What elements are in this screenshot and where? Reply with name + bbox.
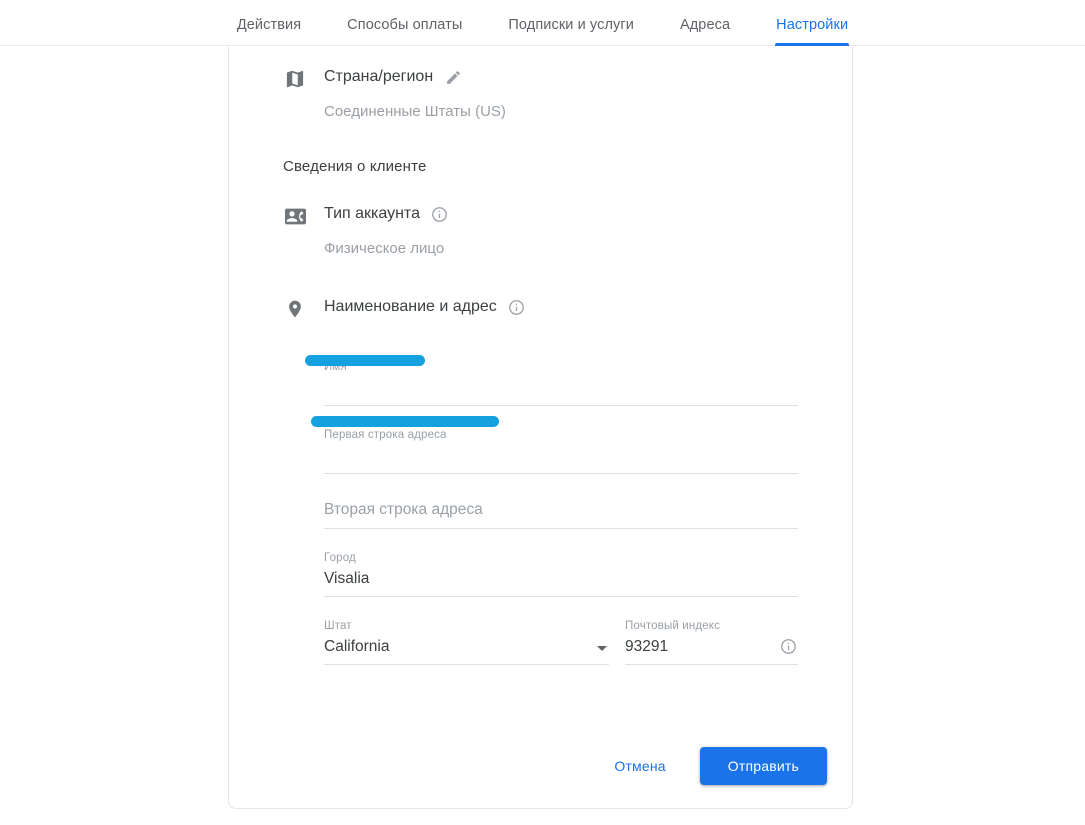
form-actions: Отмена Отправить xyxy=(598,747,827,785)
cancel-button[interactable]: Отмена xyxy=(598,748,681,784)
tab-list: Действия Способы оплаты Подписки и услуг… xyxy=(214,16,871,46)
field-postal-code-label: Почтовый индекс xyxy=(625,620,720,632)
field-city-label: Город xyxy=(324,552,356,564)
tab-settings[interactable]: Настройки xyxy=(753,16,871,46)
field-address-line1-label: Первая строка адреса xyxy=(324,429,447,441)
tab-actions[interactable]: Действия xyxy=(214,16,324,46)
account-type-row: Тип аккаунта Физическое лицо xyxy=(265,202,816,259)
settings-card: Страна/регион Соединенные Штаты (US) Све… xyxy=(228,47,853,809)
field-address-line1: Первая строка адреса xyxy=(311,406,798,474)
field-postal-code: Почтовый индекс 93291 xyxy=(625,619,798,665)
field-postal-code-value: 93291 xyxy=(625,638,669,655)
field-address-line1-input[interactable] xyxy=(324,442,798,474)
active-tab-indicator xyxy=(775,43,850,46)
country-region-value: Соединенные Штаты (US) xyxy=(324,103,506,120)
country-region-title: Страна/регион xyxy=(324,68,434,85)
field-name-label: Имя xyxy=(324,361,347,373)
chevron-down-icon xyxy=(597,646,608,651)
field-address-line2-input[interactable]: Вторая строка адреса xyxy=(324,496,798,529)
map-icon xyxy=(283,67,307,91)
account-type-title: Тип аккаунта xyxy=(324,205,420,222)
name-address-title: Наименование и адрес xyxy=(324,298,497,315)
location-pin-icon xyxy=(283,297,307,321)
country-region-title-wrap: Страна/регион xyxy=(324,65,816,89)
field-state-value: California xyxy=(324,638,390,655)
column-spacer xyxy=(609,619,625,665)
field-state-select[interactable]: California xyxy=(324,633,610,665)
account-type-title-wrap: Тип аккаунта xyxy=(324,202,816,226)
field-address-line2: Вторая строка адреса xyxy=(324,474,798,529)
tab-payment-methods[interactable]: Способы оплаты xyxy=(324,16,485,46)
field-state-label: Штат xyxy=(324,620,352,632)
pencil-icon[interactable] xyxy=(443,67,463,87)
redaction-mark-address xyxy=(311,416,499,427)
customer-details-heading: Сведения о клиенте xyxy=(283,158,427,175)
contact-card-icon xyxy=(283,204,307,228)
tab-label: Адреса xyxy=(679,16,731,33)
tab-addresses[interactable]: Адреса xyxy=(657,16,753,46)
tab-label: Настройки xyxy=(776,16,849,33)
name-address-row: Наименование и адрес xyxy=(265,295,816,319)
field-city-input[interactable]: Visalia xyxy=(324,565,798,597)
address-form: Имя Первая строка адреса Вторая строка а… xyxy=(265,346,816,665)
field-name-input[interactable] xyxy=(324,374,798,406)
name-address-title-wrap: Наименование и адрес xyxy=(324,295,816,319)
submit-button[interactable]: Отправить xyxy=(699,747,827,785)
info-icon[interactable] xyxy=(507,297,527,317)
info-icon[interactable] xyxy=(430,204,450,224)
tab-label: Способы оплаты xyxy=(347,16,463,33)
settings-card-content: Страна/регион Соединенные Штаты (US) Све… xyxy=(229,47,852,808)
info-icon[interactable] xyxy=(778,637,798,657)
tab-label: Действия xyxy=(236,16,302,33)
account-type-value: Физическое лицо xyxy=(324,240,445,257)
tab-label: Подписки и услуги xyxy=(508,16,634,33)
field-name: Имя xyxy=(305,346,798,406)
tab-subscriptions-services[interactable]: Подписки и услуги xyxy=(485,16,657,46)
state-zip-row: Штат California Почтовый индекс 93291 xyxy=(324,619,798,665)
field-state: Штат California xyxy=(324,619,610,665)
field-city: Город Visalia xyxy=(324,529,798,597)
field-postal-code-input[interactable]: 93291 xyxy=(625,633,798,665)
tab-bar: Действия Способы оплаты Подписки и услуг… xyxy=(0,0,1085,46)
country-region-row: Страна/регион Соединенные Штаты (US) xyxy=(265,65,816,122)
